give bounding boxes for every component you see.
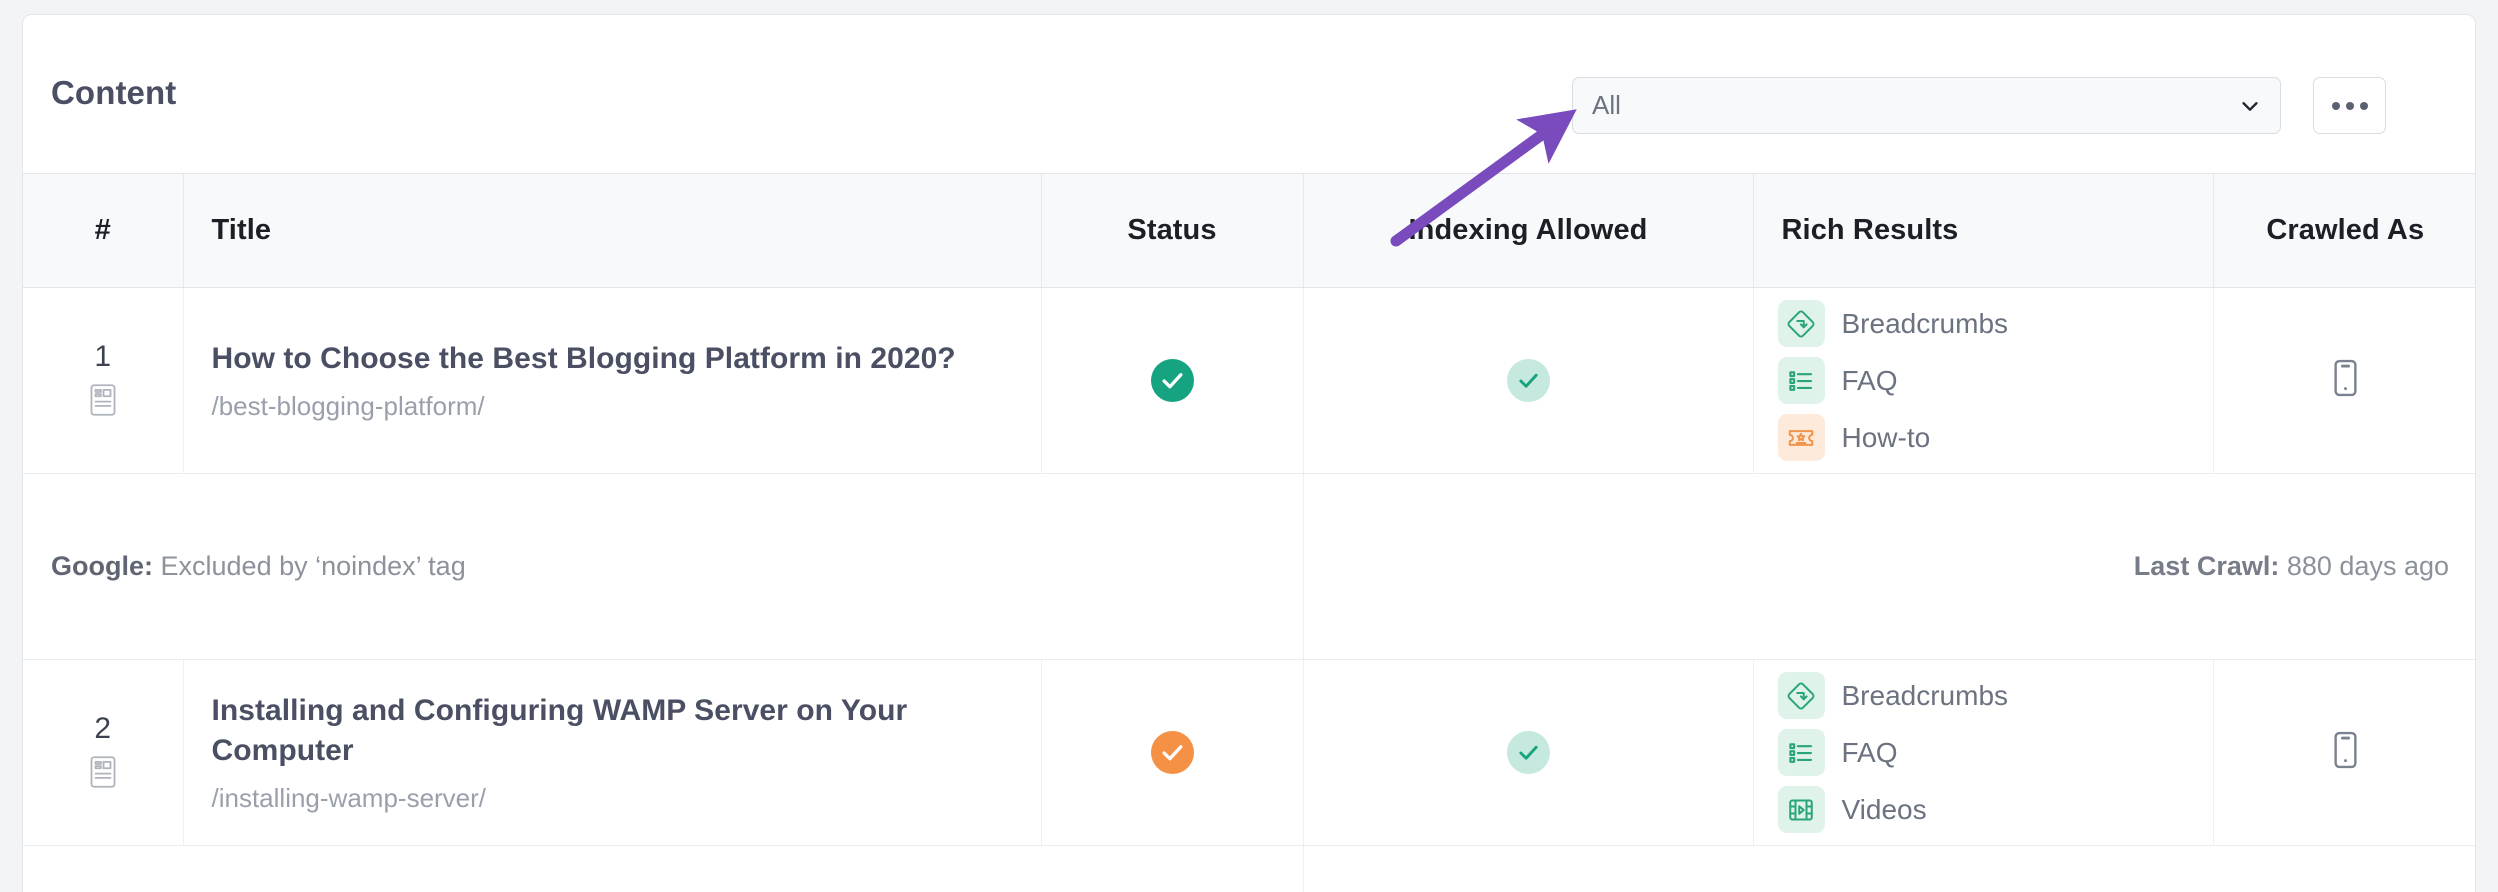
content-filter-select[interactable]: All	[1572, 77, 2281, 134]
row-title-cell: How to Choose the Best Blogging Platform…	[182, 287, 1041, 474]
card-header: Content All	[23, 15, 2475, 173]
rich-result-label: Videos	[1841, 793, 1927, 825]
how-to-icon	[1777, 414, 1825, 461]
rich-result-item[interactable]: FAQ	[1777, 357, 2213, 404]
check-circle-icon	[1150, 731, 1194, 774]
rich-result-label: FAQ	[1841, 736, 1898, 768]
content-card: Content All # Title Status Indexing Allo…	[22, 14, 2476, 892]
video-icon	[1777, 786, 1825, 833]
google-status-text: Excluded by ‘noindex’ tag	[160, 551, 466, 581]
row-title-cell: Installing and Configuring WAMP Server o…	[182, 659, 1041, 846]
row-number-cell: 2	[23, 659, 183, 846]
mobile-phone-icon	[2332, 359, 2359, 401]
rich-result-label: Breadcrumbs	[1841, 679, 2009, 711]
google-status: Google: Excluded by ‘noindex’ tag	[51, 551, 466, 581]
column-header-crawled-as[interactable]: Crawled As	[2212, 173, 2475, 288]
rich-result-label: FAQ	[1841, 364, 1898, 396]
row-status-cell	[1040, 287, 1303, 474]
check-circle-icon	[1506, 359, 1550, 402]
rich-result-item[interactable]: FAQ	[1777, 729, 2213, 776]
breadcrumbs-icon	[1777, 300, 1825, 347]
rich-result-item[interactable]: Videos	[1777, 786, 2213, 833]
column-header-indexing-allowed[interactable]: Indexing Allowed	[1302, 173, 1753, 288]
rich-result-label: Breadcrumbs	[1841, 307, 2009, 339]
last-crawl: Last Crawl: 880 days ago	[1332, 551, 2449, 582]
more-options-button[interactable]	[2313, 77, 2386, 134]
row-indexing-allowed-cell	[1302, 287, 1753, 474]
check-circle-icon	[1150, 359, 1194, 402]
rich-result-item[interactable]: Breadcrumbs	[1777, 300, 2213, 347]
content-url[interactable]: /best-blogging-platform/	[212, 391, 1017, 422]
content-url[interactable]: /installing-wamp-server/	[212, 783, 1017, 814]
chevron-down-icon	[2239, 95, 2261, 117]
content-table: # Title Status Indexing Allowed Rich Res…	[23, 173, 2475, 892]
page-title: Content	[51, 74, 177, 111]
content-title-link[interactable]: Installing and Configuring WAMP Server o…	[212, 691, 1017, 770]
column-header-number[interactable]: #	[23, 173, 183, 288]
google-label: Google:	[51, 551, 153, 581]
row-number: 2	[94, 712, 112, 745]
rich-result-label: How-to	[1841, 421, 1931, 453]
article-icon	[90, 756, 116, 793]
kebab-dot-icon	[2345, 101, 2354, 110]
check-circle-icon	[1506, 731, 1550, 774]
table-row[interactable]: 2 Installing and Configuring WAMP Server…	[23, 659, 2475, 846]
row-crawled-as-cell	[2212, 659, 2475, 846]
google-status-strip: Google: Indexed, though blocked by robot…	[23, 845, 2475, 892]
row-crawled-as-cell	[2212, 287, 2475, 474]
article-icon	[90, 384, 116, 421]
last-crawl-value: 880 days ago	[2286, 551, 2449, 581]
row-rich-results-cell: Breadcrumbs	[1752, 287, 2213, 474]
row-indexing-allowed-cell	[1302, 659, 1753, 846]
screen: Content All # Title Status Indexing Allo…	[0, 0, 2498, 892]
last-crawl-label: Last Crawl:	[2133, 551, 2280, 581]
faq-list-icon	[1777, 729, 1825, 776]
google-status-strip: Google: Excluded by ‘noindex’ tag Last C…	[23, 473, 2475, 660]
mobile-phone-icon	[2332, 731, 2359, 773]
content-filter-value: All	[1592, 90, 1621, 120]
column-header-title[interactable]: Title	[182, 173, 1041, 288]
row-number-cell: 1	[23, 287, 183, 474]
table-row[interactable]: 1 How to Choose the Best Blogging Platfo…	[23, 287, 2475, 474]
kebab-dot-icon	[2359, 101, 2368, 110]
faq-list-icon	[1777, 357, 1825, 404]
breadcrumbs-icon	[1777, 672, 1825, 719]
column-header-status[interactable]: Status	[1040, 173, 1303, 288]
kebab-dot-icon	[2331, 101, 2340, 110]
column-header-rich-results[interactable]: Rich Results	[1752, 173, 2213, 288]
table-header-row: # Title Status Indexing Allowed Rich Res…	[23, 173, 2475, 288]
row-number: 1	[94, 340, 112, 373]
row-status-cell	[1040, 659, 1303, 846]
row-rich-results-cell: Breadcrumbs	[1752, 659, 2213, 846]
rich-result-item[interactable]: Breadcrumbs	[1777, 672, 2213, 719]
rich-result-item[interactable]: How-to	[1777, 414, 2213, 461]
content-title-link[interactable]: How to Choose the Best Blogging Platform…	[212, 339, 1017, 379]
